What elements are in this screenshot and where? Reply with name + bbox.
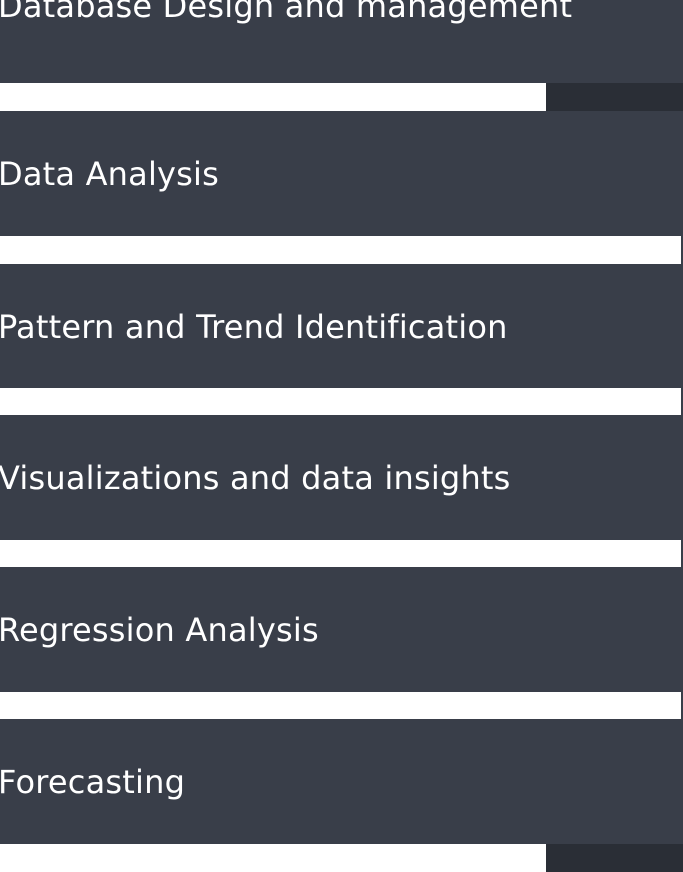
skill-card: Pattern and Trend Identification: [0, 264, 683, 389]
strip-accent: [546, 844, 683, 872]
skill-label: Visualizations and data insights: [0, 458, 511, 497]
skill-card: Visualizations and data insights: [0, 415, 683, 540]
skill-label: Database Design and management: [0, 0, 573, 25]
skill-label: Data Analysis: [0, 154, 220, 193]
skill-strip: [0, 692, 683, 720]
skill-card: Forecasting: [0, 719, 683, 844]
strip-accent: [546, 83, 683, 111]
skill-label: Regression Analysis: [0, 610, 319, 649]
skill-strip: [0, 844, 683, 872]
skills-list: Database Design and management Data Anal…: [0, 0, 683, 872]
skill-card: Data Analysis: [0, 111, 683, 236]
skill-strip: [0, 388, 683, 416]
skill-label: Pattern and Trend Identification: [0, 307, 508, 346]
skill-strip: [0, 83, 683, 111]
skill-label: Forecasting: [0, 762, 186, 801]
skill-strip: [0, 236, 683, 264]
skill-card: Database Design and management: [0, 0, 683, 83]
skill-card: Regression Analysis: [0, 567, 683, 692]
skill-strip: [0, 540, 683, 568]
